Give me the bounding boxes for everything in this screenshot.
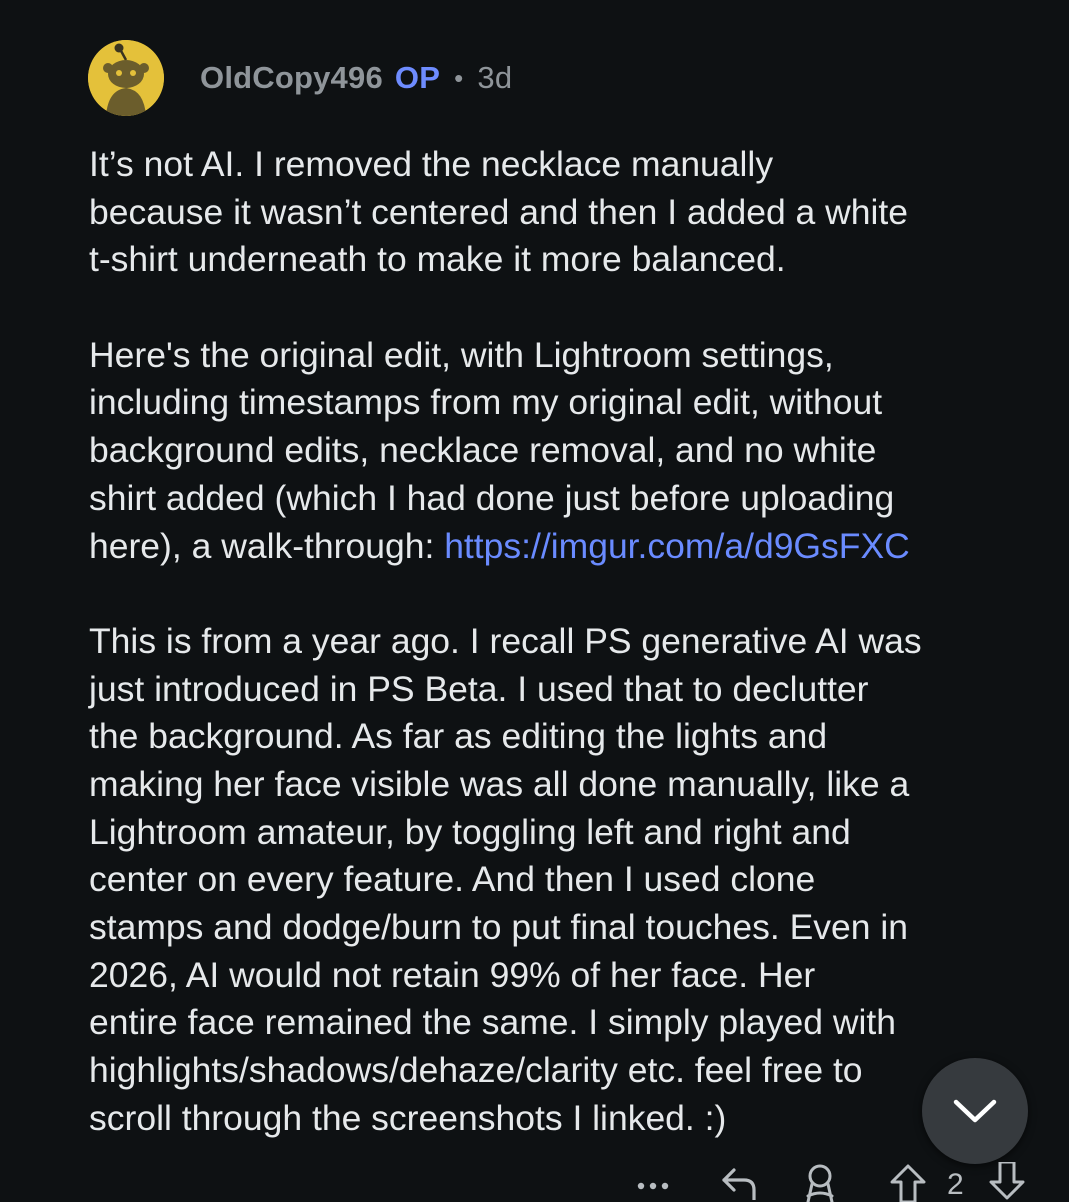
imgur-link[interactable]: https://imgur.com/a/d9GsFXC — [444, 526, 910, 566]
body-line: Lightroom amateur, by toggling left and … — [89, 811, 851, 852]
body-line: highlights/shadows/dehaze/clarity etc. f… — [89, 1050, 863, 1091]
body-line: scroll through the screenshots I linked.… — [89, 1097, 727, 1138]
body-line: because it wasn’t centered and then I ad… — [89, 191, 909, 232]
body-line: stamps and dodge/burn to put final touch… — [89, 907, 909, 947]
vote-count: 2 — [947, 1168, 964, 1201]
comment-body: It’s not AI. I removed the necklace manu… — [89, 141, 1049, 1142]
avatar[interactable] — [88, 40, 164, 116]
body-line: background edits, necklace removal, and … — [89, 430, 877, 471]
link-prefix-text: here), a walk-through: — [89, 525, 445, 566]
comment-meta: OldCopy496 OP • 3d — [200, 60, 512, 96]
body-line: This is from a year ago. I recall PS gen… — [89, 620, 922, 661]
award-icon[interactable] — [800, 1162, 840, 1202]
comment-age: 3d — [477, 60, 513, 95]
scroll-down-button[interactable] — [922, 1058, 1028, 1164]
body-line: t-shirt underneath to make it more balan… — [89, 239, 786, 280]
body-line: It’s not AI. I removed the necklace manu… — [89, 144, 774, 184]
chevron-down-icon — [953, 1099, 997, 1123]
op-badge: OP — [394, 60, 441, 95]
body-line: just introduced in PS Beta. I used that … — [89, 668, 869, 709]
comment-header: OldCopy496 OP • 3d — [88, 40, 512, 116]
body-line: 2026, AI would not retain 99% of her fac… — [89, 954, 816, 995]
downvote-icon[interactable] — [987, 1162, 1027, 1202]
author-name[interactable]: OldCopy496 — [200, 60, 383, 96]
comment: OldCopy496 OP • 3d It’s not AI. I remove… — [0, 0, 1069, 1202]
separator-dot: • — [454, 62, 464, 93]
body-line: entire face remained the same. I simply … — [89, 1002, 897, 1043]
body-line: including timestamps from my original ed… — [89, 382, 883, 423]
body-line: the background. As far as editing the li… — [89, 716, 828, 757]
comment-actions: 2 — [0, 1160, 1069, 1202]
body-line-with-link: here), a walk-through: https://imgur.com… — [89, 523, 1049, 571]
body-line: shirt added (which I had done just befor… — [89, 477, 895, 518]
more-icon[interactable] — [635, 1168, 671, 1192]
snoo-avatar-icon — [88, 40, 164, 116]
body-line: Here's the original edit, with Lightroom… — [89, 334, 834, 375]
body-line: center on every feature. And then I used… — [89, 859, 816, 900]
reply-icon[interactable] — [718, 1164, 760, 1200]
body-line: making her face visible was all done man… — [89, 763, 910, 804]
upvote-icon[interactable] — [888, 1162, 928, 1202]
